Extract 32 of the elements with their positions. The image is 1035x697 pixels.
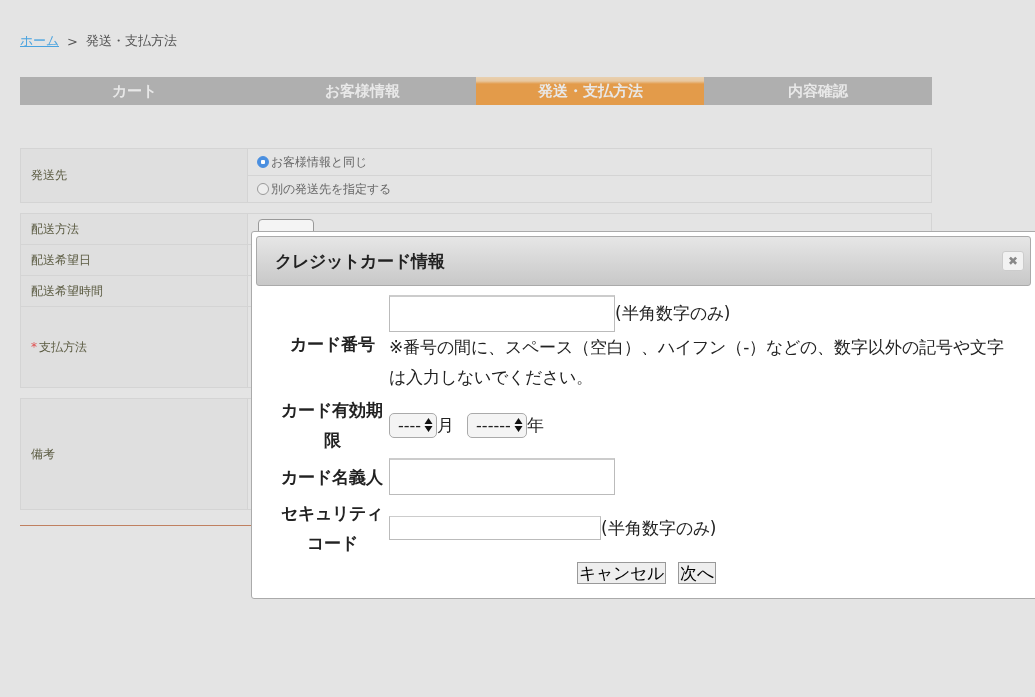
field-label: カード番号	[288, 332, 376, 356]
note-text: ※番号の間に、スペース（空白）、ハイフン（-）などの、数字以外の記号や文字は入力しないでください。	[389, 336, 1006, 389]
security-code-field[interactable]	[389, 516, 601, 540]
hint-text: (半角数字のみ)	[601, 516, 717, 540]
field-label: カード有効期限	[280, 399, 384, 452]
month-unit: 月	[437, 413, 455, 437]
hint-text: (半角数字のみ)	[615, 302, 731, 325]
card-number-field[interactable]	[389, 295, 615, 332]
breadcrumb-separator: >	[67, 33, 78, 49]
radio-button[interactable]	[257, 183, 269, 195]
required-mark: *	[31, 340, 37, 354]
radio-button[interactable]	[257, 156, 269, 168]
field-label: セキュリティコード	[280, 502, 384, 555]
year-select[interactable]: ------	[467, 412, 527, 438]
row-label: 備考	[21, 399, 248, 509]
radio-label: お客様情報と同じ	[271, 153, 367, 171]
month-select[interactable]: ----	[389, 412, 438, 438]
breadcrumb-current: 発送・支払方法	[85, 32, 177, 50]
row-label: 配送方法	[31, 220, 79, 238]
dialog-button[interactable]: キャンセル	[576, 562, 666, 584]
dialog-title: クレジットカード情報	[275, 249, 445, 273]
radio-label: 別の発送先を指定する	[271, 180, 391, 198]
year-unit: 年	[526, 413, 544, 437]
card-holder-field[interactable]	[389, 458, 615, 495]
field-label: カード名義人	[280, 465, 384, 489]
row-label: 発送先	[21, 149, 248, 202]
row-label: 配送希望日	[31, 251, 91, 269]
stepper-arrows-icon	[513, 417, 523, 433]
stepper-arrows-icon	[424, 417, 434, 433]
row-label: 配送希望時間	[31, 282, 103, 300]
dialog-button[interactable]: 次へ	[677, 562, 716, 584]
row-label: 支払方法	[39, 338, 87, 356]
